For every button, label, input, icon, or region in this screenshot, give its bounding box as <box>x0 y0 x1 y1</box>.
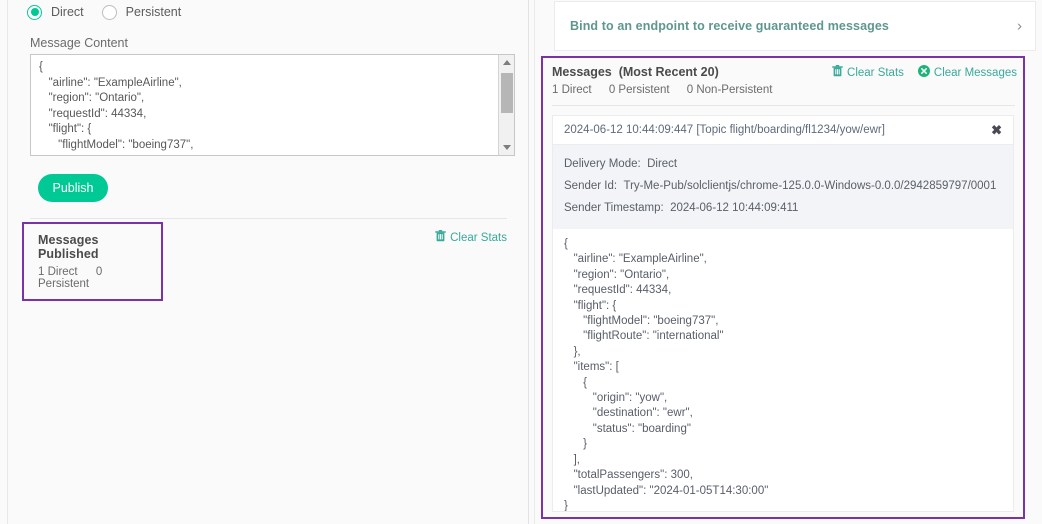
trash-icon <box>435 230 446 245</box>
radio-direct-label: Direct <box>51 5 84 19</box>
circle-x-icon <box>918 65 930 80</box>
radio-persistent-label: Persistent <box>126 5 182 19</box>
radio-direct[interactable]: Direct <box>27 5 84 20</box>
messages-title-text: Messages <box>552 65 612 79</box>
subscriber-clear-stats-button[interactable]: Clear Stats <box>832 65 904 80</box>
messages-panel-counts: 1 Direct 0 Persistent 0 Non-Persistent <box>552 84 1013 96</box>
sender-timestamp-label: Sender Timestamp: <box>564 202 664 214</box>
clear-messages-button[interactable]: Clear Messages <box>918 65 1017 80</box>
publisher-clear-stats-label: Clear Stats <box>450 232 507 244</box>
sender-id-row: Sender Id: Try-Me-Pub/solclientjs/chrome… <box>564 175 1002 197</box>
message-topic-row: 2024-06-12 10:44:09:447 [Topic flight/bo… <box>553 116 1013 145</box>
delivery-mode-radio-group: Direct Persistent <box>8 0 528 22</box>
right-rail-divider <box>534 0 535 524</box>
publisher-divider <box>30 218 507 219</box>
message-metadata: Delivery Mode: Direct Sender Id: Try-Me-… <box>553 145 1013 229</box>
messages-panel: Messages (Most Recent 20) 1 Direct 0 Per… <box>541 56 1025 519</box>
subscriber-clear-stats-label: Clear Stats <box>847 67 904 79</box>
messages-panel-rule <box>552 105 1015 106</box>
delivery-mode-label: Delivery Mode: <box>564 158 641 170</box>
publisher-clear-stats-button[interactable]: Clear Stats <box>435 230 507 245</box>
scrollbar-thumb[interactable] <box>501 73 513 113</box>
published-stats-row: Messages Published 1 Direct 0 Persistent <box>8 222 528 278</box>
messages-panel-header: Messages (Most Recent 20) 1 Direct 0 Per… <box>543 58 1023 102</box>
delivery-mode-row: Delivery Mode: Direct <box>564 153 1002 175</box>
chevron-right-icon: › <box>1017 18 1022 35</box>
bind-endpoint-card[interactable]: Bind to an endpoint to receive guarantee… <box>554 1 1036 51</box>
close-icon[interactable]: ✖ <box>991 124 1002 137</box>
published-direct-count: 1 Direct <box>38 266 78 278</box>
received-non-persistent-count: 0 Non-Persistent <box>687 84 773 96</box>
scroll-down-icon[interactable] <box>499 140 515 155</box>
messages-panel-actions: Clear Stats Clear Messages <box>832 65 1017 80</box>
radio-persistent[interactable]: Persistent <box>102 5 182 20</box>
bind-endpoint-label: Bind to an endpoint to receive guarantee… <box>570 19 889 33</box>
received-persistent-count: 0 Persistent <box>609 84 670 96</box>
messages-published-title: Messages Published <box>38 233 147 261</box>
publish-button[interactable]: Publish <box>38 174 108 202</box>
subscriber-pane: Bind to an endpoint to receive guarantee… <box>529 0 1042 524</box>
trash-icon <box>832 65 843 80</box>
radio-direct-icon <box>27 5 42 20</box>
received-direct-count: 1 Direct <box>552 84 592 96</box>
message-content-scrollbar[interactable] <box>498 55 514 155</box>
try-me-app: Direct Persistent Message Content { "air… <box>0 0 1042 524</box>
messages-published-counts: 1 Direct 0 Persistent <box>38 266 147 290</box>
sender-timestamp-row: Sender Timestamp: 2024-06-12 10:44:09:41… <box>564 197 1002 219</box>
messages-recent-count: (Most Recent 20) <box>619 65 719 79</box>
message-payload: { "airline": "ExampleAirline", "region":… <box>553 229 1013 512</box>
message-content-label: Message Content <box>8 22 528 54</box>
scroll-up-icon[interactable] <box>499 55 515 70</box>
sender-id-label: Sender Id: <box>564 180 617 192</box>
message-item[interactable]: 2024-06-12 10:44:09:447 [Topic flight/bo… <box>552 115 1014 512</box>
sender-id-value: Try-Me-Pub/solclientjs/chrome-125.0.0-Wi… <box>623 180 996 192</box>
message-content-input[interactable]: { "airline": "ExampleAirline", "region":… <box>30 54 515 156</box>
radio-persistent-icon <box>102 5 117 20</box>
clear-messages-label: Clear Messages <box>934 67 1017 79</box>
publisher-pane: Direct Persistent Message Content { "air… <box>0 0 529 524</box>
sender-timestamp-value: 2024-06-12 10:44:09:411 <box>670 202 798 214</box>
messages-published-stats: Messages Published 1 Direct 0 Persistent <box>22 222 163 301</box>
message-content-value: { "airline": "ExampleAirline", "region":… <box>31 55 497 155</box>
delivery-mode-value: Direct <box>647 158 677 170</box>
message-topic-text: 2024-06-12 10:44:09:447 [Topic flight/bo… <box>564 124 885 136</box>
